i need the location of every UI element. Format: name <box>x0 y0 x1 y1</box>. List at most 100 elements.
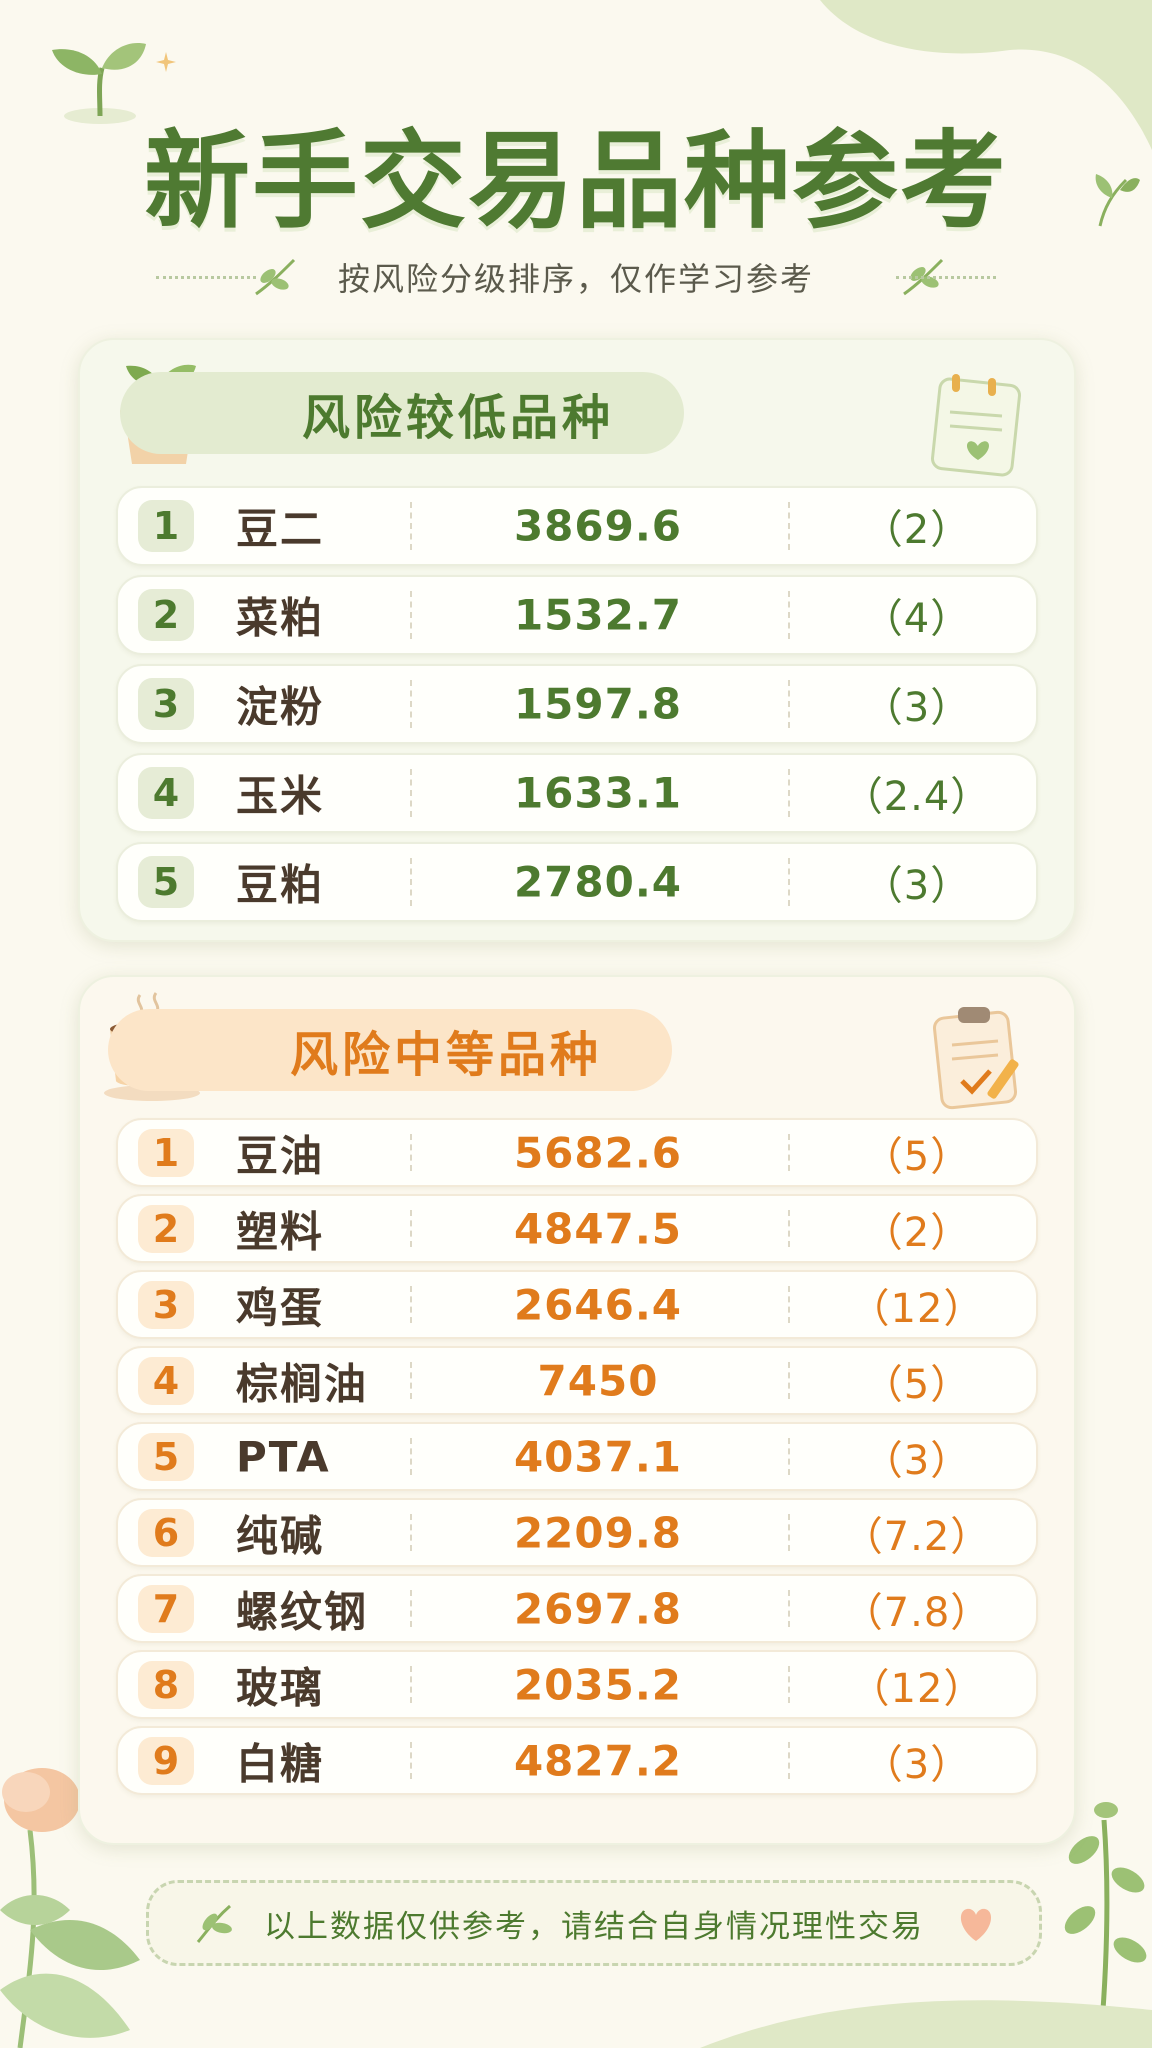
product-price: 5682.6 <box>513 1128 683 1177</box>
rank-badge: 6 <box>138 1508 194 1557</box>
low-risk-card: 风险较低品种 1 豆二 3869.6 （2） 2 菜粕 1532.7 （4） 3 淀粉 1597.8… <box>78 338 1076 942</box>
product-name: 豆油 <box>236 1131 325 1180</box>
product-price: 2209.8 <box>513 1508 683 1557</box>
product-margin: （7.2） <box>842 1513 992 1560</box>
product-margin: （7.8） <box>842 1589 992 1636</box>
product-margin: （4） <box>862 596 972 642</box>
subtitle-left-dots <box>155 275 256 279</box>
product-name: 玉米 <box>236 771 325 821</box>
column-divider <box>788 1514 790 1551</box>
product-margin: （5） <box>862 1133 972 1180</box>
product-margin: （3） <box>862 863 972 909</box>
list-item: 2 塑料 4847.5 （2） <box>116 1194 1038 1263</box>
product-name: PTA <box>236 1432 331 1481</box>
product-price: 1532.7 <box>513 590 683 640</box>
rank-badge: 7 <box>138 1584 194 1633</box>
product-name: 塑料 <box>236 1207 325 1256</box>
rank-badge: 8 <box>138 1660 194 1709</box>
rank-badge: 5 <box>138 856 194 908</box>
list-item: 9 白糖 4827.2 （3） <box>116 1726 1038 1795</box>
list-item: 5 豆粕 2780.4 （3） <box>116 842 1038 922</box>
low-risk-heading: 风险较低品种 <box>120 372 684 454</box>
column-divider <box>788 769 790 817</box>
product-price: 4037.1 <box>513 1432 683 1481</box>
list-item: 8 玻璃 2035.2 （12） <box>116 1650 1038 1719</box>
product-name: 豆粕 <box>236 860 325 910</box>
low-risk-list: 1 豆二 3869.6 （2） 2 菜粕 1532.7 （4） 3 淀粉 1597.8 （3） 4 玉米 1… <box>116 486 1038 931</box>
mid-risk-card: 风险中等品种 1 豆油 5682.6 （5） 2 塑料 4847.5 （2） 3 鸡蛋 2646.4… <box>78 975 1076 1845</box>
product-price: 1633.1 <box>513 768 683 818</box>
mid-risk-heading: 风险中等品种 <box>108 1009 672 1091</box>
rank-badge: 2 <box>138 589 194 641</box>
product-margin: （2.4） <box>842 774 992 820</box>
rank-badge: 3 <box>138 1280 194 1329</box>
footer-leaf-icon <box>196 1904 232 1943</box>
column-divider <box>788 1362 790 1399</box>
column-divider <box>788 502 790 550</box>
product-name: 白糖 <box>236 1739 325 1788</box>
product-name: 纯碱 <box>236 1511 325 1560</box>
list-item: 1 豆油 5682.6 （5） <box>116 1118 1038 1187</box>
product-margin: （2） <box>862 1209 972 1256</box>
product-margin: （3） <box>862 1741 972 1788</box>
product-name: 螺纹钢 <box>236 1587 369 1636</box>
product-price: 3869.6 <box>513 501 683 551</box>
product-margin: （5） <box>862 1361 972 1408</box>
column-divider <box>788 1742 790 1779</box>
column-divider <box>788 1590 790 1627</box>
subtitle-row: 按风险分级排序，仅作学习参考 <box>0 252 1152 302</box>
product-price: 2697.8 <box>513 1584 683 1633</box>
product-name: 淀粉 <box>236 682 325 732</box>
product-margin: （3） <box>862 685 972 731</box>
list-item: 4 棕榈油 7450 （5） <box>116 1346 1038 1415</box>
rank-badge: 4 <box>138 767 194 819</box>
product-price: 1597.8 <box>513 679 683 729</box>
column-divider <box>788 858 790 906</box>
footer-note: 以上数据仅供参考，请结合自身情况理性交易 <box>146 1880 1042 1966</box>
rank-badge: 1 <box>138 500 194 552</box>
product-price: 2646.4 <box>513 1280 683 1329</box>
list-item: 2 菜粕 1532.7 （4） <box>116 575 1038 655</box>
rank-badge: 9 <box>138 1736 194 1785</box>
product-margin: （12） <box>849 1665 985 1712</box>
product-price: 7450 <box>537 1356 659 1405</box>
list-item: 3 淀粉 1597.8 （3） <box>116 664 1038 744</box>
page-title: 新手交易品种参考 <box>144 120 1008 243</box>
sparkle-icon <box>156 52 176 72</box>
list-item: 5 PTA 4037.1 （3） <box>116 1422 1038 1491</box>
product-name: 玻璃 <box>236 1663 325 1712</box>
column-divider <box>788 1210 790 1247</box>
list-item: 4 玉米 1633.1 （2.4） <box>116 753 1038 833</box>
column-divider <box>788 1666 790 1703</box>
product-price: 4827.2 <box>513 1736 683 1785</box>
product-name: 豆二 <box>236 504 325 554</box>
clipboard-check-icon <box>932 1007 1019 1110</box>
product-name: 菜粕 <box>236 593 325 643</box>
rank-badge: 1 <box>138 1128 194 1177</box>
product-margin: （3） <box>862 1437 972 1484</box>
column-divider <box>788 1438 790 1475</box>
rank-badge: 5 <box>138 1432 194 1481</box>
product-name: 鸡蛋 <box>236 1283 325 1332</box>
list-item: 1 豆二 3869.6 （2） <box>116 486 1038 566</box>
subtitle-right-dots <box>896 275 996 279</box>
list-item: 3 鸡蛋 2646.4 （12） <box>116 1270 1038 1339</box>
product-price: 2035.2 <box>513 1660 683 1709</box>
list-item: 7 螺纹钢 2697.8 （7.8） <box>116 1574 1038 1643</box>
rank-badge: 4 <box>138 1356 194 1405</box>
rank-badge: 2 <box>138 1204 194 1253</box>
product-price: 2780.4 <box>513 857 683 907</box>
page-subtitle: 按风险分级排序，仅作学习参考 <box>337 260 814 298</box>
column-divider <box>788 1286 790 1323</box>
product-price: 4847.5 <box>513 1204 683 1253</box>
rank-badge: 3 <box>138 678 194 730</box>
heart-icon <box>960 1908 992 1941</box>
list-item: 6 纯碱 2209.8 （7.2） <box>116 1498 1038 1567</box>
product-name: 棕榈油 <box>236 1359 369 1408</box>
product-margin: （2） <box>862 507 972 553</box>
column-divider <box>788 680 790 728</box>
column-divider <box>788 1134 790 1171</box>
footer-text: 以上数据仅供参考，请结合自身情况理性交易 <box>264 1908 924 1945</box>
product-margin: （12） <box>849 1285 985 1332</box>
notepad-heart-icon <box>931 374 1021 477</box>
